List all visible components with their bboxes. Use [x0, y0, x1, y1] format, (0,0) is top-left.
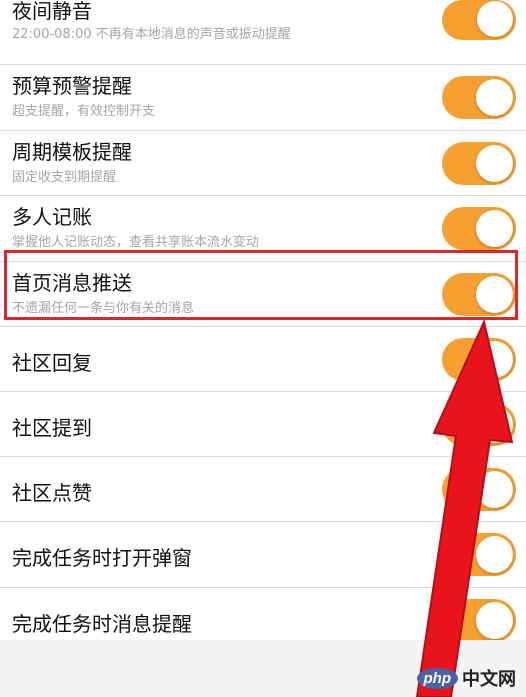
- setting-row-cycle-template[interactable]: 周期模板提醒 固定收支到期提醒: [0, 131, 526, 196]
- toggle-knob: [476, 79, 513, 116]
- toggle-knob: [476, 210, 513, 247]
- setting-subtitle: 不遗漏任何一条与你有关的消息: [12, 301, 195, 316]
- setting-row-community-mention[interactable]: 社区提到: [0, 392, 526, 457]
- setting-subtitle: 22:00-08:00 不再有本地消息的声音或振动提醒: [12, 27, 291, 42]
- setting-subtitle: 掌握他人记账动态，查看共享账本流水变动: [12, 235, 260, 250]
- setting-subtitle: 超支提醒，有效控制开支: [12, 104, 156, 119]
- setting-title: 完成任务时消息提醒: [12, 612, 192, 636]
- setting-row-home-push[interactable]: 首页消息推送 不遗漏任何一条与你有关的消息: [0, 262, 526, 327]
- setting-title: 社区回复: [12, 351, 92, 375]
- setting-row-community-reply[interactable]: 社区回复: [0, 327, 526, 392]
- community-like-toggle[interactable]: [442, 468, 516, 511]
- setting-row-task-popup[interactable]: 完成任务时打开弹窗: [0, 522, 526, 588]
- setting-title: 社区点赞: [12, 481, 92, 505]
- setting-row-night-mute[interactable]: 夜间静音 22:00-08:00 不再有本地消息的声音或振动提醒: [0, 0, 526, 65]
- community-reply-toggle[interactable]: [442, 338, 516, 381]
- home-push-toggle[interactable]: [442, 273, 516, 316]
- setting-title: 社区提到: [12, 416, 92, 440]
- setting-title: 预算预警提醒: [12, 74, 132, 98]
- multi-user-toggle[interactable]: [442, 207, 516, 250]
- budget-alert-toggle[interactable]: [442, 76, 516, 119]
- setting-row-community-like[interactable]: 社区点赞: [0, 457, 526, 522]
- setting-title: 首页消息推送: [12, 271, 132, 295]
- watermark-text: 中文网: [462, 669, 516, 689]
- setting-row-budget-alert[interactable]: 预算预警提醒 超支提醒，有效控制开支: [0, 65, 526, 131]
- site-watermark: php 中文网: [416, 665, 516, 691]
- settings-list: 夜间静音 22:00-08:00 不再有本地消息的声音或振动提醒 预算预警提醒 …: [0, 0, 526, 654]
- toggle-knob: [477, 1, 513, 37]
- toggle-knob: [476, 276, 513, 313]
- toggle-knob: [476, 145, 513, 182]
- setting-title: 夜间静音: [12, 0, 92, 23]
- toggle-knob: [476, 471, 513, 508]
- setting-title: 多人记账: [12, 205, 92, 229]
- toggle-knob: [476, 406, 513, 443]
- setting-row-multi-user[interactable]: 多人记账 掌握他人记账动态，查看共享账本流水变动: [0, 196, 526, 262]
- setting-title: 周期模板提醒: [12, 140, 132, 164]
- watermark-badge: php: [416, 667, 458, 689]
- toggle-knob: [476, 341, 513, 378]
- setting-subtitle: 固定收支到期提醒: [12, 170, 117, 185]
- task-popup-toggle[interactable]: [442, 533, 516, 576]
- night-mute-toggle[interactable]: [442, 0, 516, 40]
- setting-title: 完成任务时打开弹窗: [12, 546, 192, 570]
- cycle-template-toggle[interactable]: [442, 142, 516, 185]
- community-mention-toggle[interactable]: [442, 403, 516, 446]
- toggle-knob: [476, 602, 513, 639]
- toggle-knob: [476, 536, 513, 573]
- task-reminder-toggle[interactable]: [442, 599, 516, 642]
